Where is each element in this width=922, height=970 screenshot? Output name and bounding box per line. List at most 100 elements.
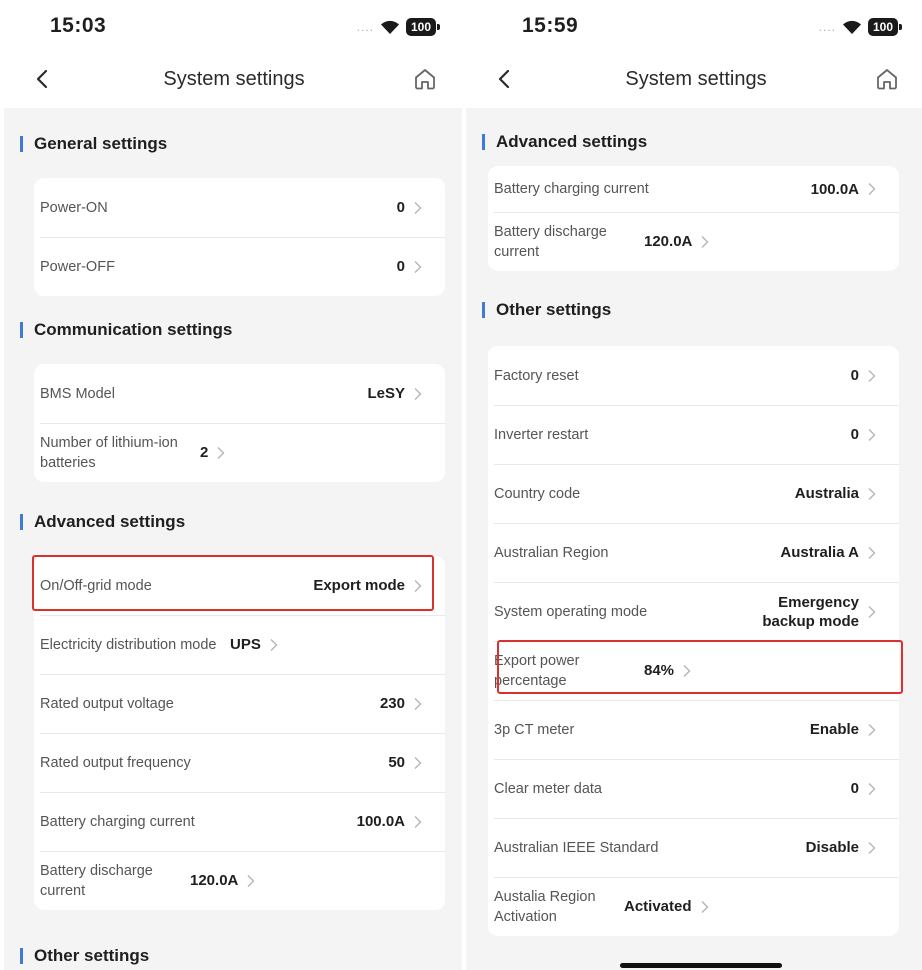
setting-row-inverter-restart[interactable]: Inverter restart 0 [488, 405, 899, 464]
setting-label: Battery charging current [40, 813, 195, 830]
card-advanced-settings: On/Off-grid mode Export mode Electricity… [34, 556, 445, 910]
status-time: 15:59 [522, 14, 579, 37]
status-time: 15:03 [50, 14, 107, 37]
setting-value: Export mode [313, 577, 405, 594]
setting-row-export-power[interactable]: Export power percentage 84% [488, 641, 899, 700]
wifi-icon [381, 20, 399, 34]
home-button[interactable] [874, 66, 900, 92]
setting-label: Country code [494, 485, 581, 502]
wifi-icon [843, 20, 861, 34]
chevron-right-icon [413, 260, 423, 274]
setting-value: 0 [850, 367, 859, 384]
setting-row-output-frequency[interactable]: Rated output frequency 50 [34, 733, 445, 792]
setting-value: 0 [850, 426, 859, 443]
chevron-right-icon [682, 664, 692, 678]
home-button[interactable] [412, 66, 438, 92]
home-icon [877, 69, 897, 90]
section-accent-bar [482, 302, 485, 318]
section-title-advanced: Advanced settings [20, 510, 185, 534]
setting-label: Electricity distribution mode [40, 636, 217, 653]
setting-value: 100.0A [810, 180, 859, 198]
chevron-right-icon [216, 446, 226, 460]
setting-label: Export power percentage [494, 652, 580, 689]
nav-bar: System settings [466, 52, 922, 108]
chevron-right-icon [413, 387, 423, 401]
setting-value: Australia [794, 485, 859, 502]
setting-label: Clear meter data [494, 780, 602, 797]
chevron-right-icon [700, 900, 710, 914]
section-title-communication: Communication settings [20, 318, 232, 342]
chevron-right-icon [867, 428, 877, 442]
setting-row-country-code[interactable]: Country code Australia [488, 464, 899, 523]
setting-label: Austalia Region Activation [494, 888, 596, 925]
setting-row-ieee-standard[interactable]: Australian IEEE Standard Disable [488, 818, 899, 877]
setting-row-output-voltage[interactable]: Rated output voltage 230 [34, 674, 445, 733]
chevron-right-icon [269, 638, 279, 652]
setting-row-power-on[interactable]: Power-ON 0 [34, 178, 445, 237]
chevron-right-icon [413, 201, 423, 215]
setting-label: Battery discharge current [494, 223, 607, 260]
section-accent-bar [20, 514, 23, 530]
setting-label: On/Off-grid mode [40, 577, 152, 594]
setting-value: 2 [200, 444, 209, 461]
setting-row-australian-region[interactable]: Australian Region Australia A [488, 523, 899, 582]
setting-row-grid-mode[interactable]: On/Off-grid mode Export mode [34, 556, 445, 615]
setting-value: 100.0A [356, 813, 405, 830]
nav-bar: System settings [4, 52, 464, 108]
signal-icon: .... [818, 20, 836, 34]
chevron-right-icon [867, 487, 877, 501]
setting-row-distribution-mode[interactable]: Electricity distribution mode UPS [34, 615, 445, 674]
setting-row-charging-current[interactable]: Battery charging current 100.0A [488, 166, 899, 212]
section-title-other: Other settings [20, 944, 149, 968]
setting-value: Australia A [780, 544, 859, 561]
setting-value: 0 [850, 780, 859, 797]
setting-value: 50 [388, 754, 405, 771]
phone-screen-left: 15:03 .... 100 System settings General s… [4, 0, 464, 970]
setting-row-discharge-current[interactable]: Battery discharge current 120.0A [488, 212, 899, 271]
setting-row-clear-meter[interactable]: Clear meter data 0 [488, 759, 899, 818]
card-other-settings: Factory reset 0 Inverter restart 0 Count… [488, 346, 899, 936]
card-general-settings: Power-ON 0 Power-OFF 0 [34, 178, 445, 296]
status-icons: .... 100 [818, 18, 902, 36]
setting-label: Battery charging current [494, 181, 649, 197]
chevron-right-icon [867, 605, 877, 619]
setting-row-ct-meter[interactable]: 3p CT meter Enable [488, 700, 899, 759]
setting-row-charging-current[interactable]: Battery charging current 100.0A [34, 792, 445, 851]
setting-label: BMS Model [40, 385, 115, 402]
setting-row-factory-reset[interactable]: Factory reset 0 [488, 346, 899, 405]
setting-label: Rated output frequency [40, 754, 191, 771]
setting-label: Inverter restart [494, 426, 589, 443]
signal-icon: .... [356, 20, 374, 34]
chevron-right-icon [867, 723, 877, 737]
card-advanced-settings: Battery charging current 100.0A Battery … [488, 166, 899, 271]
home-icon [415, 69, 435, 90]
setting-row-region-activation[interactable]: Austalia Region Activation Activated [488, 877, 899, 936]
setting-value: UPS [230, 636, 261, 653]
setting-row-power-off[interactable]: Power-OFF 0 [34, 237, 445, 296]
setting-label: Battery discharge current [40, 862, 153, 899]
phone-screen-right: 15:59 .... 100 System settings Advanced … [466, 0, 922, 970]
chevron-right-icon [413, 815, 423, 829]
setting-row-discharge-current[interactable]: Battery discharge current 120.0A [34, 851, 445, 910]
section-title-general: General settings [20, 132, 167, 156]
section-accent-bar [20, 948, 23, 964]
chevron-right-icon [700, 235, 710, 249]
page-title: System settings [163, 68, 305, 90]
setting-label: System operating mode [494, 603, 648, 620]
setting-value: LeSY [367, 385, 405, 402]
setting-value: 0 [396, 199, 405, 216]
status-bar: 15:59 .... 100 [466, 0, 922, 52]
status-icons: .... 100 [356, 18, 440, 36]
setting-value: Disable [805, 839, 859, 856]
setting-label: Number of lithium-ion batteries [40, 434, 178, 471]
setting-row-lithium-batteries[interactable]: Number of lithium-ion batteries 2 [34, 423, 445, 482]
section-accent-bar [482, 134, 485, 150]
setting-row-operating-mode[interactable]: System operating mode Emergency backup m… [488, 582, 899, 641]
battery-icon: 100 [406, 18, 440, 36]
battery-icon: 100 [868, 18, 902, 36]
setting-row-bms-model[interactable]: BMS Model LeSY [34, 364, 445, 423]
home-indicator [620, 963, 782, 968]
chevron-right-icon [413, 756, 423, 770]
setting-value: 230 [379, 695, 405, 712]
section-title-other: Other settings [482, 298, 611, 322]
